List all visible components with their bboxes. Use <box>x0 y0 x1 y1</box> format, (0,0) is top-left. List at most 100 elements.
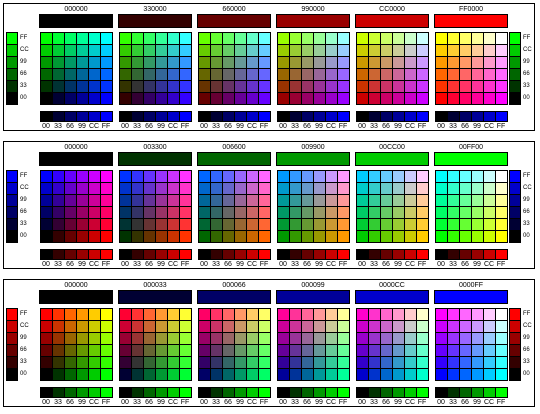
side-axis-label: 99 <box>20 59 27 65</box>
bottom-strip-cell[interactable] <box>337 111 350 122</box>
color-cell[interactable] <box>258 230 271 243</box>
color-cell[interactable] <box>100 230 113 243</box>
side-axis-label: FF <box>20 35 28 41</box>
side-axis-label-right: 00 <box>523 95 530 101</box>
bottom-axis-label: FF <box>417 261 427 268</box>
bottom-strip-cell[interactable] <box>495 111 508 122</box>
block-header-swatch[interactable] <box>434 290 508 304</box>
block-header-swatch[interactable] <box>276 290 350 304</box>
color-cell[interactable] <box>258 368 271 381</box>
color-cell[interactable] <box>179 230 192 243</box>
bottom-strip-cell[interactable] <box>495 249 508 260</box>
side-axis-label: 00 <box>20 233 27 239</box>
side-axis-label: 33 <box>20 83 27 89</box>
block-header-label: 000066 <box>222 282 246 289</box>
color-cell[interactable] <box>495 230 508 243</box>
block-header-label: 009900 <box>301 144 325 151</box>
bottom-strip-cell[interactable] <box>179 111 192 122</box>
side-strip-cell-left[interactable] <box>6 92 18 105</box>
block-header-swatch[interactable] <box>355 14 429 28</box>
bottom-strip-cell[interactable] <box>100 387 113 398</box>
side-strip-cell-right[interactable] <box>509 368 521 381</box>
color-cell[interactable] <box>179 368 192 381</box>
bottom-axis-label: FF <box>101 261 111 268</box>
bottom-strip-cell[interactable] <box>258 387 271 398</box>
bottom-strip-cell[interactable] <box>179 387 192 398</box>
side-axis-label: 66 <box>20 209 27 215</box>
block-header-swatch[interactable] <box>118 152 192 166</box>
side-axis-label-right: CC <box>523 47 532 53</box>
side-axis-label-right: FF <box>523 173 531 179</box>
bottom-strip-cell[interactable] <box>337 249 350 260</box>
bottom-axis-label: FF <box>338 399 348 406</box>
block-header-swatch[interactable] <box>39 152 113 166</box>
side-axis-label: FF <box>20 311 28 317</box>
color-cell[interactable] <box>337 92 350 105</box>
bottom-strip-cell[interactable] <box>258 249 271 260</box>
bottom-strip-cell[interactable] <box>416 111 429 122</box>
block-header-swatch[interactable] <box>118 290 192 304</box>
side-axis-label: CC <box>20 185 29 191</box>
side-axis-label: 99 <box>20 197 27 203</box>
side-strip-cell-left[interactable] <box>6 368 18 381</box>
block-header-swatch[interactable] <box>39 290 113 304</box>
side-axis-label: 33 <box>20 221 27 227</box>
block-header-label: 000099 <box>301 282 325 289</box>
color-cell[interactable] <box>416 368 429 381</box>
block-header-swatch[interactable] <box>197 14 271 28</box>
block-header-label: 000000 <box>64 144 88 151</box>
bottom-axis-label: FF <box>496 399 506 406</box>
side-axis-label-right: CC <box>523 185 532 191</box>
block-header-swatch[interactable] <box>197 152 271 166</box>
color-cell[interactable] <box>337 230 350 243</box>
color-cell[interactable] <box>416 92 429 105</box>
side-strip-cell-right[interactable] <box>509 230 521 243</box>
block-header-swatch[interactable] <box>434 152 508 166</box>
block-header-swatch[interactable] <box>276 152 350 166</box>
bottom-axis-label: FF <box>417 399 427 406</box>
color-cell[interactable] <box>258 92 271 105</box>
side-axis-label-right: 33 <box>523 83 530 89</box>
block-header-swatch[interactable] <box>197 290 271 304</box>
bottom-axis-label: FF <box>180 123 190 130</box>
side-strip-cell-left[interactable] <box>6 230 18 243</box>
block-header-label: 000000 <box>64 282 88 289</box>
color-cell[interactable] <box>179 92 192 105</box>
block-header-swatch[interactable] <box>355 152 429 166</box>
color-cell[interactable] <box>337 368 350 381</box>
block-header-label: 330000 <box>143 6 167 13</box>
bottom-strip-cell[interactable] <box>416 387 429 398</box>
block-header-swatch[interactable] <box>434 14 508 28</box>
color-cell[interactable] <box>100 92 113 105</box>
side-axis-label: 00 <box>20 371 27 377</box>
side-axis-label: 66 <box>20 347 27 353</box>
block-header-swatch[interactable] <box>39 14 113 28</box>
bottom-strip-cell[interactable] <box>258 111 271 122</box>
panel-red-fixed: 000000 00 33 66 99 CC FF 330000 00 33 66 99 CC FF 6600… <box>3 3 535 131</box>
color-cell[interactable] <box>416 230 429 243</box>
bottom-strip-cell[interactable] <box>100 111 113 122</box>
bottom-strip-cell[interactable] <box>337 387 350 398</box>
bottom-axis-label: FF <box>180 399 190 406</box>
bottom-strip-cell[interactable] <box>416 249 429 260</box>
block-header-swatch[interactable] <box>355 290 429 304</box>
block-header-label: 006600 <box>222 144 246 151</box>
web-safe-color-chart: 000000 00 33 66 99 CC FF 330000 00 33 66 99 CC FF 6600… <box>0 0 540 414</box>
color-cell[interactable] <box>100 368 113 381</box>
color-cell[interactable] <box>495 92 508 105</box>
bottom-axis-label: FF <box>338 123 348 130</box>
block-header-swatch[interactable] <box>276 14 350 28</box>
bottom-axis-label: FF <box>101 123 111 130</box>
side-axis-label-right: 99 <box>523 197 530 203</box>
color-cell[interactable] <box>495 368 508 381</box>
block-header-label: 00FF00 <box>458 144 484 151</box>
block-header-label: 0000CC <box>379 282 405 289</box>
bottom-strip-cell[interactable] <box>495 387 508 398</box>
side-axis-label: 33 <box>20 359 27 365</box>
bottom-axis-label: FF <box>338 261 348 268</box>
block-header-swatch[interactable] <box>118 14 192 28</box>
bottom-strip-cell[interactable] <box>100 249 113 260</box>
side-strip-cell-right[interactable] <box>509 92 521 105</box>
block-header-label: 003300 <box>143 144 167 151</box>
bottom-strip-cell[interactable] <box>179 249 192 260</box>
